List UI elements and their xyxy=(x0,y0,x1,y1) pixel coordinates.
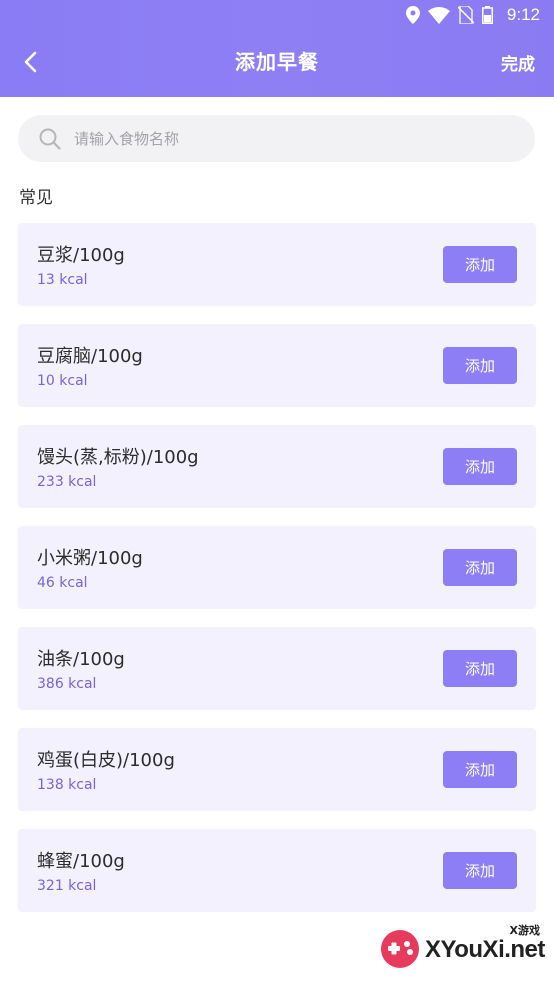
status-bar: 9:12 xyxy=(0,0,554,30)
add-button[interactable]: 添加 xyxy=(443,347,517,384)
search-input[interactable] xyxy=(74,129,494,148)
section-title-common: 常见 xyxy=(19,188,53,208)
page-title: 添加早餐 xyxy=(235,50,319,74)
watermark: X游戏 XYouXi.net xyxy=(379,922,545,974)
food-item: 蜂蜜/100g 321 kcal 添加 xyxy=(18,829,536,912)
no-sim-icon xyxy=(457,6,474,24)
food-name: 油条/100g xyxy=(37,649,125,670)
search-bar[interactable] xyxy=(18,115,535,162)
food-item: 小米粥/100g 46 kcal 添加 xyxy=(18,526,536,609)
status-icons: 9:12 xyxy=(405,4,540,26)
watermark-text: XYouXi.net xyxy=(425,936,545,963)
add-button[interactable]: 添加 xyxy=(443,751,517,788)
status-time: 9:12 xyxy=(506,5,540,24)
food-kcal: 13 kcal xyxy=(37,272,88,288)
battery-icon xyxy=(481,6,493,24)
add-button[interactable]: 添加 xyxy=(443,246,517,283)
food-name: 小米粥/100g xyxy=(37,548,143,569)
food-name: 馒头(蒸,标粉)/100g xyxy=(37,447,199,468)
food-item: 豆浆/100g 13 kcal 添加 xyxy=(18,223,536,306)
food-kcal: 233 kcal xyxy=(37,474,97,490)
location-icon xyxy=(405,6,420,24)
food-item: 鸡蛋(白皮)/100g 138 kcal 添加 xyxy=(18,728,536,811)
gamepad-logo-icon xyxy=(381,930,419,968)
food-name: 蜂蜜/100g xyxy=(37,851,125,872)
add-button[interactable]: 添加 xyxy=(443,448,517,485)
food-name: 鸡蛋(白皮)/100g xyxy=(37,750,175,771)
food-list: 豆浆/100g 13 kcal 添加 豆腐脑/100g 10 kcal 添加 馒… xyxy=(18,223,536,930)
food-kcal: 10 kcal xyxy=(37,373,88,389)
food-kcal: 46 kcal xyxy=(37,575,88,591)
search-icon xyxy=(39,128,61,150)
done-button[interactable]: 完成 xyxy=(501,50,535,75)
food-item: 油条/100g 386 kcal 添加 xyxy=(18,627,536,710)
food-name: 豆浆/100g xyxy=(37,245,125,266)
wifi-icon xyxy=(427,6,450,24)
food-kcal: 386 kcal xyxy=(37,676,97,692)
add-button[interactable]: 添加 xyxy=(443,549,517,586)
food-name: 豆腐脑/100g xyxy=(37,346,143,367)
food-kcal: 138 kcal xyxy=(37,777,97,793)
app-header: 9:12 添加早餐 完成 xyxy=(0,0,554,97)
add-button[interactable]: 添加 xyxy=(443,650,517,687)
food-kcal: 321 kcal xyxy=(37,878,97,894)
food-item: 馒头(蒸,标粉)/100g 233 kcal 添加 xyxy=(18,425,536,508)
food-item: 豆腐脑/100g 10 kcal 添加 xyxy=(18,324,536,407)
add-button[interactable]: 添加 xyxy=(443,852,517,889)
